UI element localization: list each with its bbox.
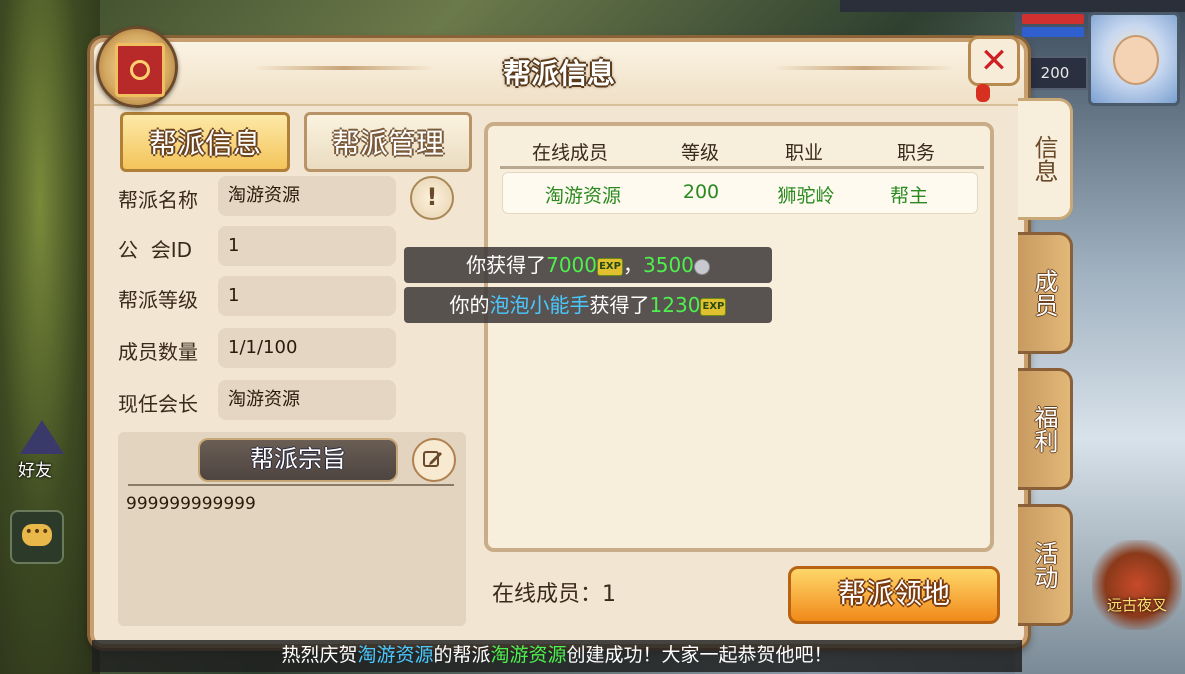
lantern-icon: [976, 84, 990, 102]
chat-bubble-icon: •••: [22, 524, 52, 546]
member-table-header: 在线成员 等级 职业 职务: [500, 134, 984, 169]
motto-divider: [128, 484, 454, 486]
status-bars: [1022, 14, 1084, 50]
friends-button[interactable]: 好友: [8, 420, 78, 484]
side-tab-label: 活动: [1030, 541, 1058, 589]
tab-guild-info[interactable]: 帮派信息: [120, 112, 290, 172]
guild-motto-box: 帮派宗旨 999999999999: [118, 432, 466, 626]
side-tab-info[interactable]: 信息: [1018, 98, 1073, 220]
table-row[interactable]: 淘游资源 200 狮驼岭 帮主: [502, 172, 978, 214]
member-list-panel: 在线成员 等级 职业 职务 淘游资源 200 狮驼岭 帮主: [484, 122, 994, 552]
top-status-strip: [840, 0, 1185, 12]
wizard-hat-icon: [20, 420, 64, 454]
member-count-field: 1/1/100: [218, 328, 396, 368]
silver-coin-icon: [693, 258, 710, 275]
guild-territory-button[interactable]: 帮派领地: [788, 566, 1000, 624]
side-tab-label: 成员: [1030, 269, 1058, 317]
announcement-text: 创建成功！大家一起恭贺他吧！: [566, 644, 833, 666]
pet-name: 泡泡小能手: [489, 293, 590, 317]
event-icon[interactable]: 远古夜叉: [1092, 540, 1182, 630]
field-row-guild-id: 公 会ID 1: [118, 226, 408, 268]
event-label: 远古夜叉: [1106, 596, 1167, 614]
panel-header: 帮派信息: [94, 42, 1024, 106]
announcement-text: 的帮派: [433, 644, 491, 666]
toast-text: 你获得了: [466, 253, 547, 277]
motto-title: 帮派宗旨: [198, 438, 398, 482]
field-label: 现任会长: [118, 392, 198, 416]
member-class: 狮驼岭: [777, 185, 835, 207]
motto-text: 999999999999: [126, 494, 256, 514]
field-row-guild-name: 帮派名称 淘游资源: [118, 176, 408, 218]
exp-icon: EXP: [700, 297, 727, 316]
announcement-bar: 热烈庆贺淘游资源的帮派淘游资源创建成功！大家一起恭贺他吧！: [92, 640, 1022, 672]
pet-exp-toast: 你的泡泡小能手获得了1230 EXP: [404, 287, 772, 323]
announcement-text: 热烈庆贺: [281, 644, 358, 666]
side-tab-activity[interactable]: 活动: [1018, 504, 1073, 626]
background-forest: [0, 0, 100, 674]
silver-amount: 3500: [643, 253, 694, 277]
side-tab-members[interactable]: 成员: [1018, 232, 1073, 354]
swirl-icon: [130, 60, 150, 80]
toast-text: 你的: [449, 293, 490, 317]
guild-id-field: 1: [218, 226, 396, 266]
exp-gain-toast: 你获得了7000 EXP ，3500: [404, 247, 772, 283]
field-label: 成员数量: [118, 340, 198, 364]
player-level: 200: [1022, 56, 1088, 90]
guild-name-field: 淘游资源: [218, 176, 396, 216]
guild-level-field: 1: [218, 276, 396, 316]
col-header-online: 在线成员: [531, 142, 608, 164]
side-tab-welfare[interactable]: 福利: [1018, 368, 1073, 490]
tab-guild-manage[interactable]: 帮派管理: [304, 112, 472, 172]
side-tab-label: 福利: [1030, 405, 1058, 453]
close-button[interactable]: ✕: [968, 36, 1020, 86]
leader-field: 淘游资源: [218, 380, 396, 420]
edit-motto-button[interactable]: [412, 438, 456, 482]
member-name: 淘游资源: [544, 185, 621, 207]
field-row-leader: 现任会长 淘游资源: [118, 380, 408, 422]
announcement-guild: 淘游资源: [490, 644, 567, 666]
col-header-role: 职务: [896, 142, 935, 164]
close-icon: ✕: [979, 41, 1009, 81]
announcement-player: 淘游资源: [357, 644, 434, 666]
side-tab-label: 信息: [1030, 135, 1058, 183]
col-header-class: 职业: [784, 142, 823, 164]
scroll-icon: [115, 43, 165, 97]
field-label: 帮派等级: [118, 288, 198, 312]
guild-emblem-icon: [96, 26, 178, 108]
field-label: 公 会ID: [118, 238, 193, 262]
member-level: 200: [682, 181, 720, 203]
field-row-member-count: 成员数量 1/1/100: [118, 328, 408, 370]
toast-text: 获得了: [589, 293, 650, 317]
pencil-icon: [423, 451, 442, 467]
info-alert-icon[interactable]: !: [410, 176, 454, 220]
player-avatar[interactable]: [1088, 12, 1180, 106]
exp-amount: 7000: [546, 253, 597, 277]
page-title: 帮派信息: [502, 57, 615, 90]
avatar-face: [1113, 35, 1159, 85]
field-row-guild-level: 帮派等级 1: [118, 276, 408, 318]
pet-exp-amount: 1230: [649, 293, 701, 317]
field-label: 帮派名称: [118, 188, 198, 212]
col-header-level: 等级: [680, 142, 719, 164]
friends-label: 好友: [18, 461, 52, 481]
toast-separator: ，: [623, 253, 643, 277]
chat-button[interactable]: •••: [10, 510, 64, 564]
online-member-count: 在线成员：1: [492, 582, 616, 607]
exp-icon: EXP: [597, 257, 623, 276]
member-role: 帮主: [889, 185, 928, 207]
